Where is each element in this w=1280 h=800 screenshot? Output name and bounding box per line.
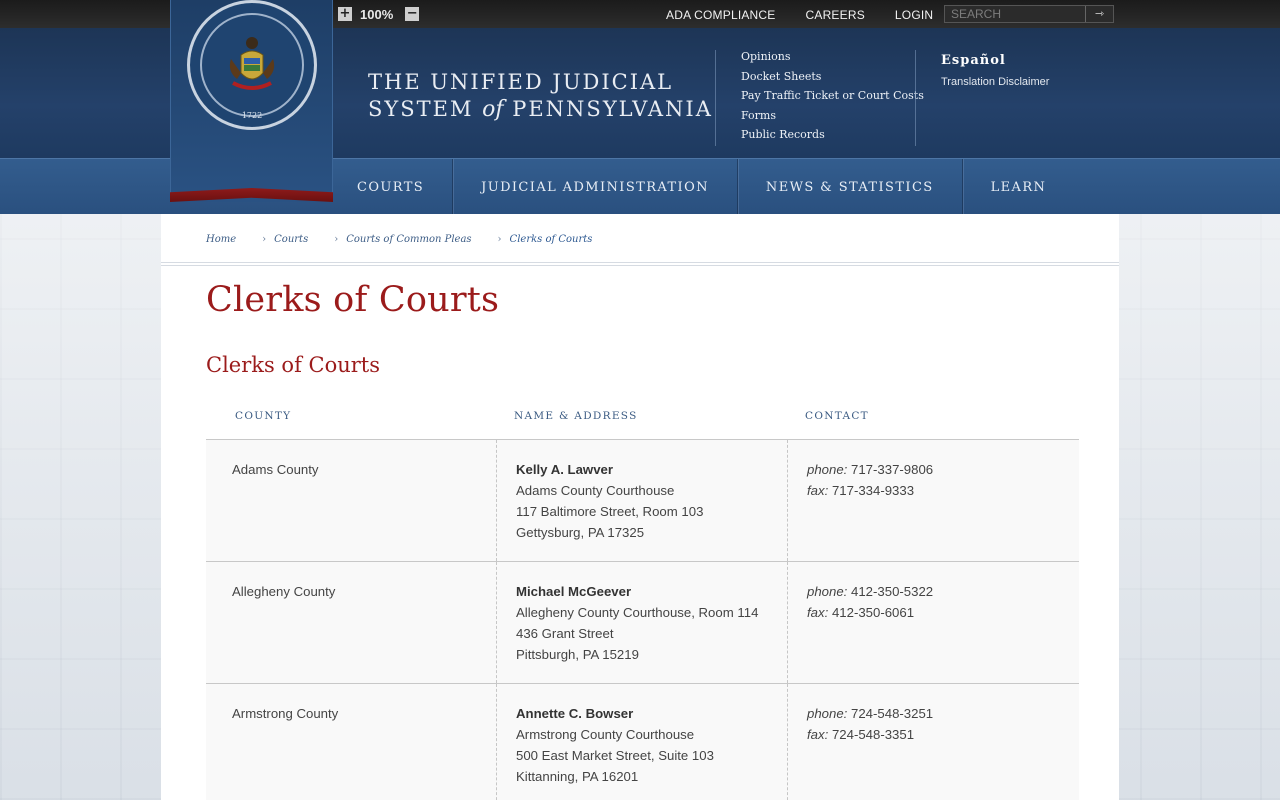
name-address-cell: Annette C. Bowser Armstrong County Court… [497,684,788,800]
address-line: Allegheny County Courthouse, Room 114 [516,605,759,620]
address-line: Gettysburg, PA 17325 [516,525,645,540]
forms-link[interactable]: Forms [741,109,924,124]
login-link[interactable]: LOGIN [895,8,933,22]
address-line: 117 Baltimore Street, Room 103 [516,504,704,519]
chevron-right-icon: › [497,234,502,245]
section-title: Clerks of Courts [206,353,381,377]
nav-judicial-administration[interactable]: JUDICIAL ADMINISTRATION [453,159,738,215]
county-cell: Adams County [206,440,497,561]
phone-number[interactable]: 412-350-5322 [851,584,933,599]
breadcrumb-home[interactable]: Home [206,234,236,245]
contact-cell: phone: 412-350-5322 fax: 412-350-6061 [788,562,1079,683]
phone-line: phone: 717-337-9806 [807,462,934,477]
chevron-right-icon: › [262,234,267,245]
opinions-link[interactable]: Opinions [741,50,924,65]
contact-cell: phone: 717-337-9806 fax: 717-334-9333 [788,440,1079,561]
search-submit-arrow-icon[interactable]: ⇾ [1085,6,1113,22]
zoom-level: 100% [360,6,394,22]
table-row: Armstrong County Annette C. Bowser Armst… [206,684,1079,800]
zoom-control: + 100% − [338,6,420,22]
language-selector: Español Translation Disclaimer [941,51,1049,88]
breadcrumb-clerks-of-courts[interactable]: Clerks of Courts [510,234,593,245]
site-title-line2: SYSTEM of PENNSYLVANIA [368,97,713,122]
clerk-name: Michael McGeever [516,584,632,599]
column-header-county: COUNTY [235,410,292,422]
fax-line: fax: 724-548-3351 [807,727,915,742]
breadcrumb-courts-of-common-pleas[interactable]: Courts of Common Pleas [346,234,471,245]
site-title[interactable]: THE UNIFIED JUDICIAL SYSTEM of PENNSYLVA… [368,69,713,123]
chevron-right-icon: › [334,234,339,245]
page-title: Clerks of Courts [206,280,500,320]
content-panel: Home › Courts › Courts of Common Pleas ›… [161,214,1119,800]
table-row: Adams County Kelly A. Lawver Adams Count… [206,440,1079,562]
address-line: Adams County Courthouse [516,483,675,498]
translation-disclaimer-link[interactable]: Translation Disclaimer [941,76,1049,88]
name-address-cell: Kelly A. Lawver Adams County Courthouse … [497,440,788,561]
header-divider [915,50,916,146]
fax-line: fax: 412-350-6061 [807,605,915,620]
utility-links: ADA COMPLIANCE CAREERS LOGIN [666,8,933,22]
fax-number: 412-350-6061 [831,605,915,620]
search-input[interactable] [945,6,1085,22]
zoom-in-button[interactable]: + [338,7,352,21]
fax-number: 717-334-9333 [831,483,915,498]
espanol-link[interactable]: Español [941,53,1006,68]
address-line: Kittanning, PA 16201 [516,769,639,784]
county-cell: Allegheny County [206,562,497,683]
table-header: COUNTY NAME & ADDRESS CONTACT [206,400,1079,440]
address-line: Armstrong County Courthouse [516,727,695,742]
nav-learn[interactable]: LEARN [963,159,1075,215]
phone-line: phone: 412-350-5322 [807,584,934,599]
fax-line: fax: 717-334-9333 [807,483,915,498]
breadcrumb-courts[interactable]: Courts [274,234,308,245]
fax-number: 724-548-3351 [831,727,915,742]
ada-compliance-link[interactable]: ADA COMPLIANCE [666,8,776,22]
column-header-contact: CONTACT [805,410,869,422]
clerk-name: Annette C. Bowser [516,706,634,721]
address-line: 500 East Market Street, Suite 103 [516,748,714,763]
phone-number[interactable]: 724-548-3251 [851,706,933,721]
breadcrumb: Home › Courts › Courts of Common Pleas ›… [206,234,592,245]
contact-cell: phone: 724-548-3251 fax: 724-548-3351 [788,684,1079,800]
clerk-name: Kelly A. Lawver [516,462,613,477]
careers-link[interactable]: CAREERS [806,8,865,22]
seal-banner[interactable]: 1722 [170,0,333,202]
address-line: 436 Grant Street [516,626,614,641]
breadcrumb-divider [161,262,1119,266]
zoom-out-button[interactable]: − [405,7,420,21]
address-line: Pittsburgh, PA 15219 [516,647,639,662]
search-box: ⇾ [944,5,1114,23]
county-cell: Armstrong County [206,684,497,800]
header-divider [715,50,716,146]
nav-courts[interactable]: COURTS [333,159,454,215]
docket-sheets-link[interactable]: Docket Sheets [741,70,924,85]
phone-number[interactable]: 717-337-9806 [851,462,933,477]
seal-year: 1722 [241,111,263,120]
phone-line: phone: 724-548-3251 [807,706,934,721]
site-title-line1: THE UNIFIED JUDICIAL [368,70,674,94]
nav-news-statistics[interactable]: NEWS & STATISTICS [738,159,963,215]
quick-links: Opinions Docket Sheets Pay Traffic Ticke… [741,50,924,143]
seal-ribbon [170,188,333,202]
column-header-name-address: NAME & ADDRESS [514,410,638,422]
public-records-link[interactable]: Public Records [741,128,924,143]
table-row: Allegheny County Michael McGeever Allegh… [206,562,1079,684]
coat-of-arms-icon [229,37,275,90]
pay-traffic-ticket-link[interactable]: Pay Traffic Ticket or Court Costs [741,89,924,104]
name-address-cell: Michael McGeever Allegheny County Courth… [497,562,788,683]
supreme-court-seal-logo: 1722 [187,0,317,130]
clerks-table: COUNTY NAME & ADDRESS CONTACT Adams Coun… [206,400,1079,800]
